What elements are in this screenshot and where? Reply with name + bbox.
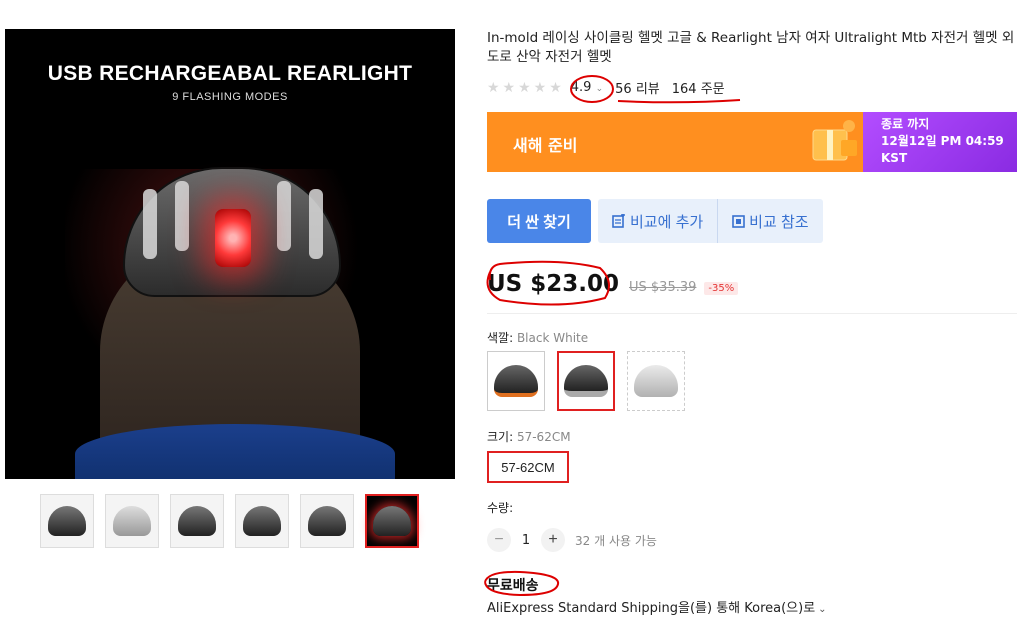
- quantity-stepper: − 1 + 32 개 사용 가능: [487, 528, 657, 552]
- add-compare-button[interactable]: 비교에 추가: [598, 199, 719, 243]
- color-swatch-black-orange[interactable]: [487, 351, 545, 411]
- view-compare-button[interactable]: 비교 참조: [718, 199, 823, 243]
- quantity-plus-button[interactable]: +: [541, 528, 565, 552]
- image-subtitle: 9 FLASHING MODES: [172, 91, 288, 103]
- price-row: US $23.00 US $35.39 -35%: [487, 271, 739, 297]
- color-value: Black White: [516, 331, 589, 345]
- quantity-label: 수량:: [487, 501, 514, 515]
- thumbnail-2[interactable]: [105, 494, 159, 548]
- shipping-method[interactable]: AliExpress Standard Shipping을(를) 통해 Kore…: [487, 597, 827, 616]
- countdown-time: 12월12일 PM 04:59: [881, 134, 1004, 148]
- action-buttons: 더 싼 찾기 비교에 추가 비교 참조: [487, 199, 823, 243]
- rider-jersey: [75, 424, 395, 479]
- view-compare-icon: [732, 214, 745, 228]
- thumbnail-1[interactable]: [40, 494, 94, 548]
- thumbnail-5[interactable]: [300, 494, 354, 548]
- free-shipping-title: 무료배송: [487, 578, 539, 594]
- orders-count: 164 주문: [671, 82, 725, 97]
- gift-deco-icon: [812, 120, 857, 161]
- rating-row: ★★★★★ 4.9 ⌄ 56 리뷰 164 주문: [487, 78, 737, 98]
- quantity-minus-button[interactable]: −: [487, 528, 511, 552]
- quantity-available: 32 개 사용 가능: [575, 533, 657, 548]
- thumbnail-4[interactable]: [235, 494, 289, 548]
- product-title: In-mold 레이싱 사이클링 헬멧 고글 & Rearlight 남자 여자…: [487, 30, 1015, 65]
- color-swatch-black-white[interactable]: [557, 351, 615, 411]
- current-price: US $23.00: [487, 271, 620, 297]
- main-product-image: USB RECHARGEABAL REARLIGHT 9 FLASHING MO…: [5, 29, 455, 479]
- color-label: 색깔: Black White: [487, 331, 589, 345]
- quantity-value[interactable]: 1: [511, 533, 541, 548]
- color-swatches: [487, 351, 685, 411]
- reviews-link[interactable]: 56 리뷰: [615, 78, 660, 97]
- size-option-57-62[interactable]: 57-62CM: [487, 451, 569, 483]
- divider: [487, 313, 1017, 314]
- thumbnail-strip: [40, 494, 419, 548]
- countdown-timezone: KST: [881, 151, 908, 165]
- countdown-panel: 종료 까지 12월12일 PM 04:59 KST: [863, 112, 1017, 172]
- original-price: US $35.39: [629, 280, 697, 295]
- discount-badge: -35%: [704, 282, 739, 295]
- promo-banner[interactable]: 새해 준비 종료 까지 12월12일 PM 04:59 KST: [487, 112, 1017, 172]
- size-label: 크기: 57-62CM: [487, 430, 571, 444]
- chevron-down-icon: ⌄: [818, 604, 827, 615]
- rating-score[interactable]: 4.9 ⌄: [571, 80, 603, 95]
- thumbnail-3[interactable]: [170, 494, 224, 548]
- star-rating-icon: ★★★★★: [487, 79, 565, 96]
- banner-title: 새해 준비: [513, 136, 578, 155]
- rearlight: [215, 209, 251, 267]
- countdown-label: 종료 까지: [881, 117, 930, 131]
- image-title: USB RECHARGEABAL REARLIGHT: [47, 62, 413, 85]
- add-compare-label: 비교에 추가: [630, 213, 704, 231]
- add-compare-icon: [612, 214, 625, 228]
- color-swatch-silver[interactable]: [627, 351, 685, 411]
- view-compare-label: 비교 참조: [749, 213, 809, 231]
- thumbnail-6[interactable]: [365, 494, 419, 548]
- find-cheaper-button[interactable]: 더 싼 찾기: [487, 199, 591, 243]
- size-value: 57-62CM: [516, 430, 571, 444]
